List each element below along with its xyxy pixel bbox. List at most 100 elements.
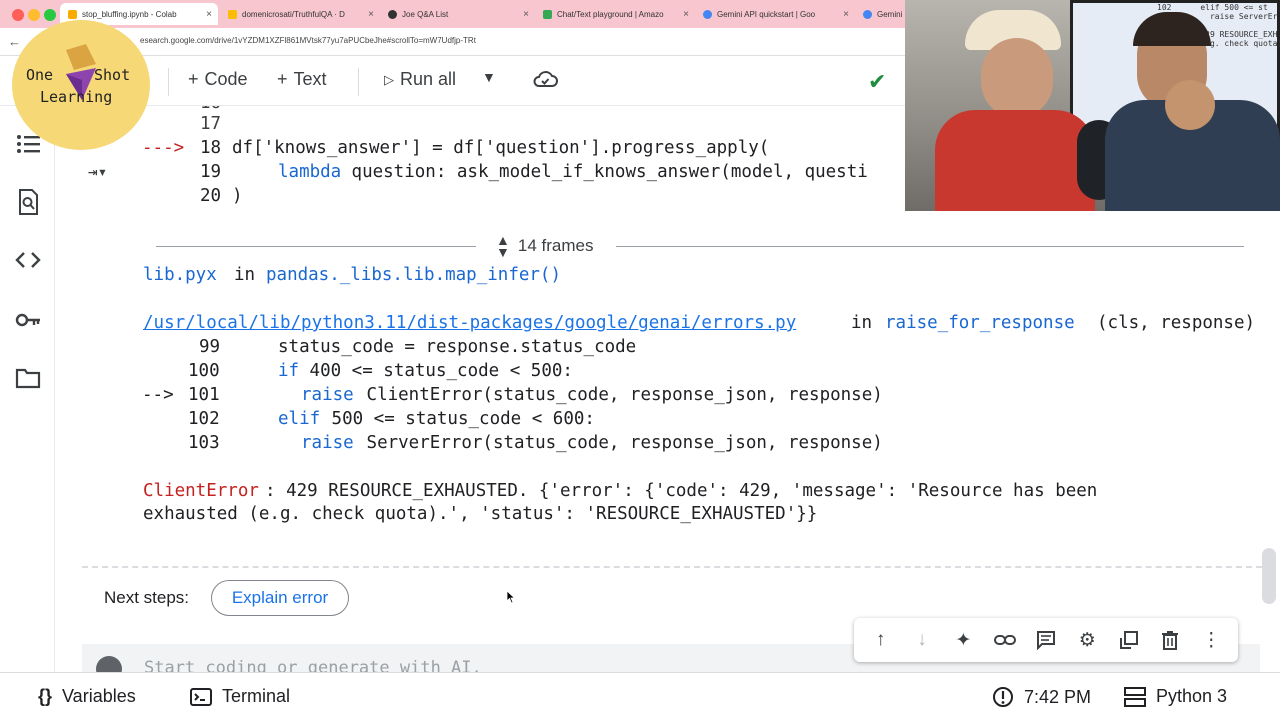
run-cell-icon[interactable] [96,656,122,672]
move-down-icon[interactable]: ↓ [910,628,934,652]
traceback-function: raise_for_response [885,313,1075,333]
traceback-in: in [234,265,256,285]
logo-word-one: One [26,66,54,84]
code-line: status_code = response.status_code [278,337,637,357]
toolbar-divider [358,68,359,96]
error-message: : 429 RESOURCE_EXHAUSTED. {'error': {'co… [265,481,1098,501]
browser-tab-gemini[interactable]: Gemini [855,3,905,25]
logo-word-learning: Learning [40,88,113,106]
settings-gear-icon[interactable]: ⚙ [1075,628,1099,652]
browser-tab-truthfulqa[interactable]: domenicrosati/TruthfulQA · D × [220,3,380,25]
run-all-label: Run all [400,69,457,89]
code-snippets-icon[interactable] [14,246,42,274]
variables-label: Variables [62,686,136,706]
person-shirt [935,110,1095,211]
tab-close-icon[interactable]: × [368,9,374,20]
scrollbar-thumb[interactable] [1262,548,1276,604]
window-maximize-button[interactable] [44,9,56,21]
drive-sync-button[interactable] [532,69,558,89]
server-icon [1124,686,1146,707]
back-arrow-icon[interactable]: ← [8,34,21,49]
collapsed-frames-toggle[interactable]: ▲ ▼ 14 frames [496,233,594,259]
traceback-in: in [851,313,873,333]
gemini-sparkle-icon[interactable]: ✦ [951,628,975,652]
tab-title: stop_bluffing.ipynb - Colab [82,9,177,19]
mirror-cell-icon[interactable] [1117,628,1141,652]
traceback-file: lib.pyx [143,265,217,285]
explain-error-button[interactable]: Explain error [211,580,349,616]
window-minimize-button[interactable] [28,9,40,21]
line-number: 102 [188,409,220,429]
cloud-check-icon [533,71,558,87]
code-line: df['knows_answer'] = df['question'].prog… [232,138,770,158]
more-options-icon[interactable]: ⋮ [1199,628,1223,652]
code-cell-placeholder: Start coding or generate with AI. [144,658,482,672]
aws-favicon-icon [543,9,552,19]
error-message: exhausted (e.g. check quota).', 'status'… [143,504,818,524]
code-line: 400 <= status_code < 500: [299,361,573,381]
frames-label: 14 frames [517,236,594,255]
terminal-button[interactable]: Terminal [190,686,290,707]
logo-word-shot: Shot [94,66,131,84]
checkmark-icon: ✔ [868,69,887,94]
error-name: ClientError [143,481,259,501]
browser-tab-joe-qa[interactable]: Joe Q&A List × [380,3,535,25]
browser-tab-gemini-quickstart[interactable]: Gemini API quickstart | Goo × [695,3,855,25]
google-favicon-icon [703,9,712,19]
code-line: 500 <= status_code < 600: [321,409,595,429]
delete-trash-icon[interactable] [1158,628,1182,652]
webcam-overlay: 102 elif 500 <= st 103 raise ServerEr 42… [905,0,1280,211]
code-line: question: ask_model_if_knows_answer(mode… [341,162,868,182]
add-code-button[interactable]: + Code [188,69,248,90]
line-number: 100 [188,361,220,381]
run-all-dropdown-button[interactable]: ▼ [482,69,496,85]
key-secrets-icon[interactable] [14,306,42,334]
plus-icon: + [188,69,199,89]
tab-close-icon[interactable]: × [843,9,849,20]
tab-title: domenicrosati/TruthfulQA · D [242,9,345,19]
link-icon[interactable] [993,628,1017,652]
line-number: 17 [200,114,222,134]
terminal-icon [190,687,212,706]
run-all-button[interactable]: ▷ Run all [384,69,456,90]
window-close-button[interactable] [12,9,24,21]
explain-error-label: Explain error [231,588,329,607]
person-hands [1165,80,1215,130]
find-replace-icon[interactable] [14,188,42,216]
terminal-label: Terminal [222,686,291,706]
tab-title: Chat/Text playground | Amazo [557,9,664,19]
comment-icon[interactable] [1034,628,1058,652]
variables-button[interactable]: {} Variables [38,686,136,707]
collapse-output-icon[interactable]: ⇥▾ [88,160,107,184]
code-keyword: raise [301,385,354,405]
left-sidebar [0,106,55,672]
caret-down-icon: ▼ [482,69,496,85]
add-code-label: Code [204,69,248,89]
tab-close-icon[interactable]: × [683,9,689,20]
code-line: ServerError(status_code, response_json, … [356,433,883,453]
runtime-label: Python 3 [1156,686,1228,706]
huggingface-favicon-icon [228,9,237,19]
braces-icon: {} [38,686,53,706]
folder-files-icon[interactable] [14,364,42,392]
line-number: 101 [188,385,220,405]
traceback-args: (cls, response) [1097,313,1256,333]
code-keyword: elif [278,409,321,429]
current-line-arrow: --> [142,385,174,405]
runtime-status[interactable]: Python 3 [1124,686,1227,707]
line-number: 20 [200,186,222,206]
move-up-icon[interactable]: ↑ [869,628,893,652]
tab-close-icon[interactable]: × [523,9,529,20]
url-field[interactable]: esearch.google.com/drive/1vYZDM1XZFl861M… [140,36,476,45]
cell-toolbar: ↑ ↓ ✦ ⚙ ⋮ [854,618,1238,662]
line-number: 99 [199,337,221,357]
browser-tab-amazon-playground[interactable]: Chat/Text playground | Amazo × [535,3,695,25]
tab-close-icon[interactable]: × [206,9,212,20]
status-bar: {} Variables Terminal 7:42 PM Python 3 [0,672,1280,720]
github-favicon-icon [388,9,397,19]
traceback-file-link[interactable]: /usr/local/lib/python3.11/dist-packages/… [143,311,796,335]
tab-title: Gemini [877,9,903,19]
add-text-button[interactable]: + Text [277,69,327,90]
execution-time-status[interactable]: 7:42 PM [992,686,1091,708]
next-steps-label: Next steps: [104,588,190,607]
